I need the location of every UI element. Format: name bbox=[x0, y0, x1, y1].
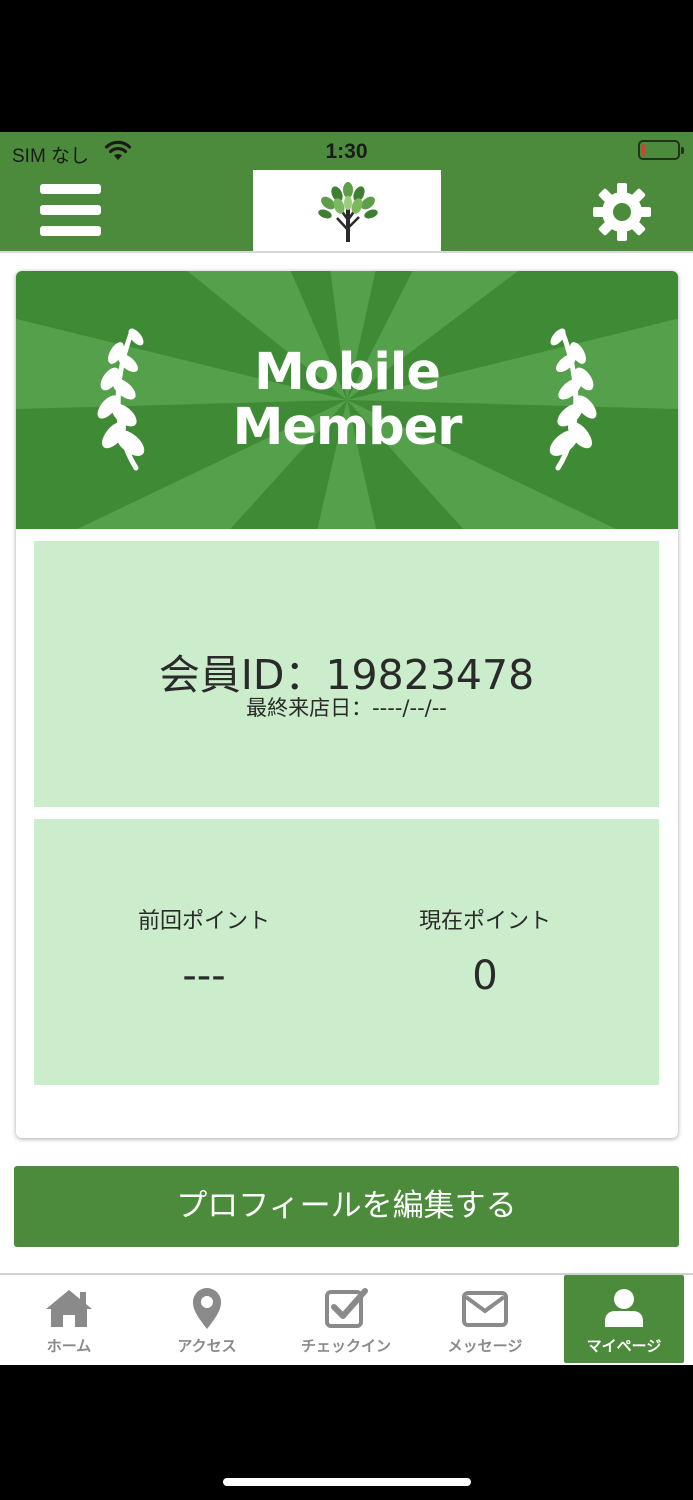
envelope-icon bbox=[462, 1291, 508, 1327]
tab-access-label: アクセス bbox=[177, 1337, 237, 1355]
header-divider bbox=[0, 251, 693, 253]
tab-checkin[interactable]: チェックイン bbox=[286, 1275, 406, 1363]
previous-points-label: 前回ポイント bbox=[137, 909, 270, 934]
tab-home-label: ホーム bbox=[46, 1337, 92, 1355]
tab-message-label: メッセージ bbox=[447, 1337, 523, 1355]
current-points-label: 現在ポイント bbox=[418, 909, 551, 934]
tree-logo-icon bbox=[318, 182, 378, 242]
member-id-panel: 会員ID：19823478 最終来店日：----/--/-- bbox=[34, 541, 659, 807]
previous-points: 前回ポイント --- bbox=[54, 903, 354, 999]
points-panel: 前回ポイント --- 現在ポイント 0 bbox=[34, 819, 659, 1085]
checkbox-icon bbox=[325, 1288, 368, 1328]
home-icon bbox=[46, 1290, 92, 1327]
logo[interactable] bbox=[253, 170, 441, 251]
banner-title-line1: Mobile bbox=[254, 343, 441, 402]
tab-mypage-label: マイページ bbox=[586, 1337, 662, 1355]
status-bar: SIM なし 1:30 bbox=[0, 132, 693, 170]
banner-title-line2: Member bbox=[232, 398, 463, 457]
tab-bar: ホーム アクセス チェックイン メッセージ マイページ bbox=[0, 1273, 693, 1365]
membership-card: Mobile Member 会員ID：19823478 最終来店日：----/-… bbox=[16, 271, 678, 1138]
previous-points-value: --- bbox=[182, 953, 226, 999]
tab-message[interactable]: メッセージ bbox=[425, 1275, 545, 1363]
member-banner: Mobile Member bbox=[16, 271, 678, 529]
battery-icon bbox=[638, 140, 684, 160]
tab-access[interactable]: アクセス bbox=[147, 1275, 267, 1363]
user-icon bbox=[605, 1289, 643, 1327]
current-points-value: 0 bbox=[472, 953, 498, 999]
last-visit-date: 最終来店日：----/--/-- bbox=[246, 696, 447, 720]
clock: 1:30 bbox=[325, 140, 368, 163]
home-indicator[interactable] bbox=[223, 1478, 471, 1486]
edit-profile-button[interactable]: プロフィールを編集する bbox=[14, 1166, 679, 1247]
battery-level bbox=[642, 144, 645, 156]
current-points: 現在ポイント 0 bbox=[335, 903, 635, 999]
banner-title: Mobile Member bbox=[16, 345, 678, 455]
map-pin-icon bbox=[193, 1288, 221, 1329]
tab-home[interactable]: ホーム bbox=[9, 1275, 129, 1363]
app-header bbox=[0, 170, 693, 251]
app-screen: SIM なし 1:30 Mobile Member 会員ID：19823478 … bbox=[0, 132, 693, 1365]
hamburger-menu-icon[interactable] bbox=[40, 184, 102, 236]
tab-mypage[interactable]: マイページ bbox=[564, 1275, 684, 1363]
tab-checkin-label: チェックイン bbox=[300, 1337, 391, 1355]
gear-icon[interactable] bbox=[590, 180, 654, 244]
